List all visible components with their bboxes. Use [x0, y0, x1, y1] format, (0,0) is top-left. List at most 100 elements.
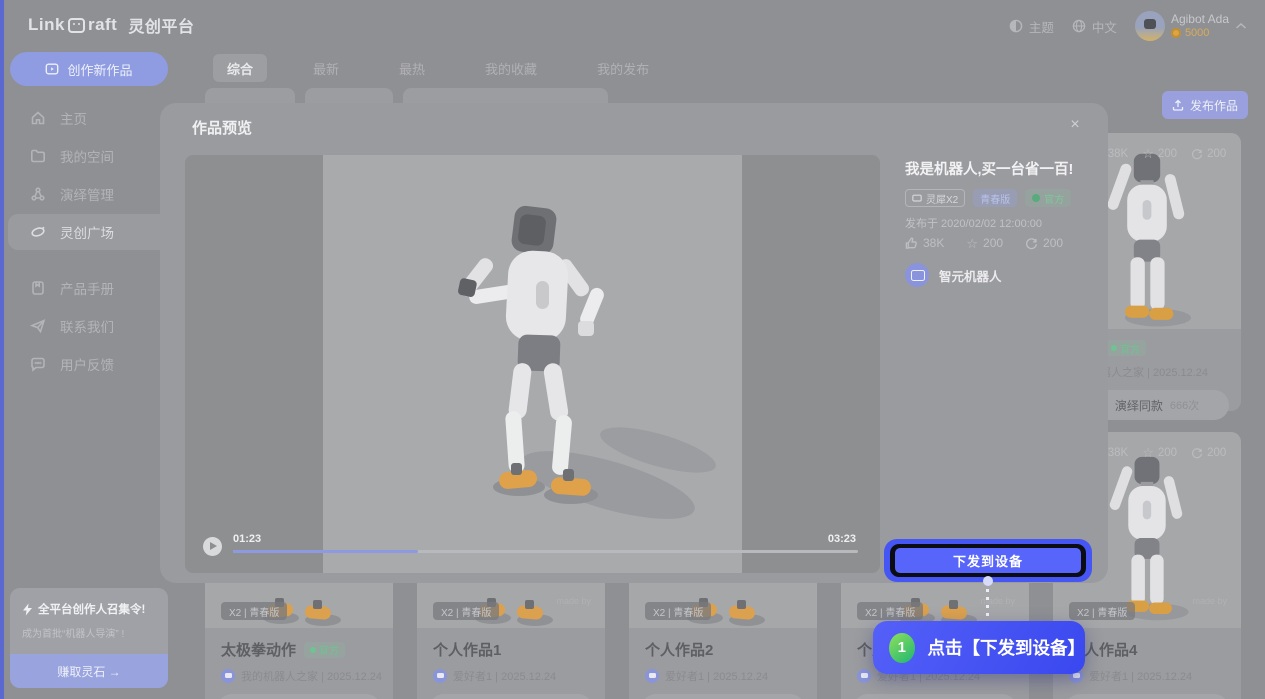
card-author: 我的机器人之家 | 2025.12.24: [221, 668, 377, 684]
remix-button[interactable]: 演绎同款 666次: [429, 694, 593, 699]
made-by-watermark: made by: [556, 596, 591, 606]
work-tags: 灵犀X2 青春版 官方: [905, 189, 1071, 207]
sidebar-item-label: 联系我们: [60, 316, 114, 336]
official-check-icon: [1032, 194, 1040, 202]
theme-half-circle-icon: [1009, 19, 1023, 33]
logo-text-raft: raft: [88, 15, 117, 35]
sidebar-item-label: 我的空间: [60, 146, 114, 166]
work-stats: 38K ☆ 200 200: [905, 236, 1063, 250]
progress-fill: [233, 550, 418, 553]
sort-tabs: 综合 最新 最热 我的收藏 我的发布: [213, 54, 663, 82]
model-badge: X2 | 青春版: [1069, 602, 1135, 620]
sidebar-item-label: 产品手册: [60, 278, 114, 298]
model-badge: X2 | 青春版: [221, 602, 287, 620]
tour-tooltip: 1 点击【下发到设备】: [873, 621, 1085, 674]
remix-button[interactable]: 演绎同款 666次: [853, 694, 1017, 699]
user-info: Agibot Ada 5000: [1171, 12, 1229, 40]
author-avatar: [221, 669, 235, 683]
publish-work-button[interactable]: 发布作品: [1162, 91, 1248, 119]
official-tag: 官方: [1025, 189, 1071, 207]
edition-tag: 青春版: [973, 189, 1017, 207]
step-number-badge: 1: [889, 633, 915, 663]
send-to-device-button[interactable]: 下发到设备: [895, 548, 1081, 573]
language-label: 中文: [1092, 17, 1117, 36]
robot-video-image: [323, 155, 742, 573]
lightning-icon: [22, 603, 33, 616]
author-avatar: [857, 669, 871, 683]
card-author: 爱好者1 | 2025.12.24: [433, 668, 589, 684]
card-author: 爱好者1 | 2025.12.24: [1069, 668, 1225, 684]
theme-toggle[interactable]: 主题: [1009, 17, 1054, 36]
card-title: 个人作品1: [433, 639, 501, 660]
sidebar-item-label: 演绎管理: [60, 184, 114, 204]
logo-text-link: Link: [28, 15, 65, 35]
share-nodes-icon: [30, 186, 46, 202]
model-badge: X2 | 青春版: [857, 602, 923, 620]
user-points: 5000: [1185, 27, 1209, 40]
model-tag: 灵犀X2: [905, 189, 965, 207]
tour-instruction: 点击【下发到设备】: [928, 635, 1086, 660]
robot-thumbnail-image: [1092, 145, 1202, 329]
stars-stat: ☆ 200: [1142, 147, 1177, 160]
modal-title: 作品预览: [192, 117, 252, 138]
star-icon: ☆: [1142, 446, 1154, 459]
repost-icon: [1025, 237, 1038, 250]
remix-button[interactable]: 演绎同款 666次: [217, 694, 381, 699]
stars-stat[interactable]: ☆ 200: [966, 236, 1003, 250]
remix-button[interactable]: 演绎同款 666次: [1065, 694, 1229, 699]
tab-comprehensive[interactable]: 综合: [213, 54, 267, 82]
app-logo: Linkraft 灵创平台: [28, 13, 194, 37]
chat-feedback-icon: [30, 356, 46, 372]
compass-swoosh-icon: [30, 224, 46, 240]
promo-title-row: 全平台创作人召集令!: [22, 601, 156, 617]
screen-icon: [912, 194, 922, 203]
connector-dotted-line: [986, 589, 989, 621]
tab-my-favorites[interactable]: 我的收藏: [471, 54, 551, 82]
creator-promo-card: 全平台创作人召集令! 成为首批“机器人导演” ! 赚取灵石 →: [10, 588, 168, 688]
coin-icon: [1171, 28, 1181, 38]
official-badge: 官方: [1105, 340, 1146, 356]
star-icon: ☆: [966, 237, 978, 250]
create-new-work-button[interactable]: 创作新作品: [10, 52, 168, 86]
card-title: 太极拳动作: [221, 639, 296, 660]
publish-date: 发布于 2020/02/02 12:00:00: [905, 215, 1042, 231]
work-title: 我是机器人,买一台省一百!: [905, 158, 1095, 179]
thumb-up-icon: [905, 237, 918, 250]
user-name: Agibot Ada: [1171, 12, 1229, 26]
model-badge: X2 | 青春版: [645, 602, 711, 620]
author-avatar: [905, 263, 929, 287]
stars-stat: ☆ 200: [1142, 446, 1177, 459]
book-icon: [30, 280, 46, 296]
language-switcher[interactable]: 中文: [1072, 17, 1117, 36]
shares-stat[interactable]: 200: [1025, 236, 1063, 250]
sidebar-item-label: 用户反馈: [60, 354, 114, 374]
promo-title: 全平台创作人召集令!: [38, 601, 145, 617]
tab-my-posts[interactable]: 我的发布: [583, 54, 663, 82]
video-frame: [323, 155, 742, 573]
earn-lingshi-button[interactable]: 赚取灵石 →: [10, 654, 168, 688]
tab-hottest[interactable]: 最热: [385, 54, 439, 82]
home-icon: [30, 110, 46, 126]
shares-stat: 200: [1191, 446, 1226, 459]
upload-icon: [1172, 99, 1184, 111]
author-avatar: [433, 669, 447, 683]
progress-bar[interactable]: [233, 550, 858, 553]
star-icon: ☆: [1142, 147, 1154, 160]
create-media-icon: [45, 62, 59, 76]
user-menu[interactable]: Agibot Ada 5000: [1135, 11, 1247, 41]
official-badge: 官方: [304, 642, 345, 658]
user-avatar: [1135, 11, 1165, 41]
theme-label: 主题: [1029, 17, 1054, 36]
author-avatar: [645, 669, 659, 683]
repost-icon: [1191, 148, 1203, 160]
made-by-watermark: made by: [1192, 596, 1227, 606]
work-author[interactable]: 智元机器人: [905, 263, 1002, 287]
robot-face-logo-icon: [68, 18, 85, 33]
model-badge: X2 | 青春版: [433, 602, 499, 620]
play-button[interactable]: [203, 537, 222, 556]
close-icon[interactable]: ×: [1065, 115, 1085, 135]
tab-newest[interactable]: 最新: [299, 54, 353, 82]
likes-stat[interactable]: 38K: [905, 236, 944, 250]
remix-button[interactable]: 演绎同款 666次: [641, 694, 805, 699]
create-new-work-label: 创作新作品: [67, 60, 132, 79]
